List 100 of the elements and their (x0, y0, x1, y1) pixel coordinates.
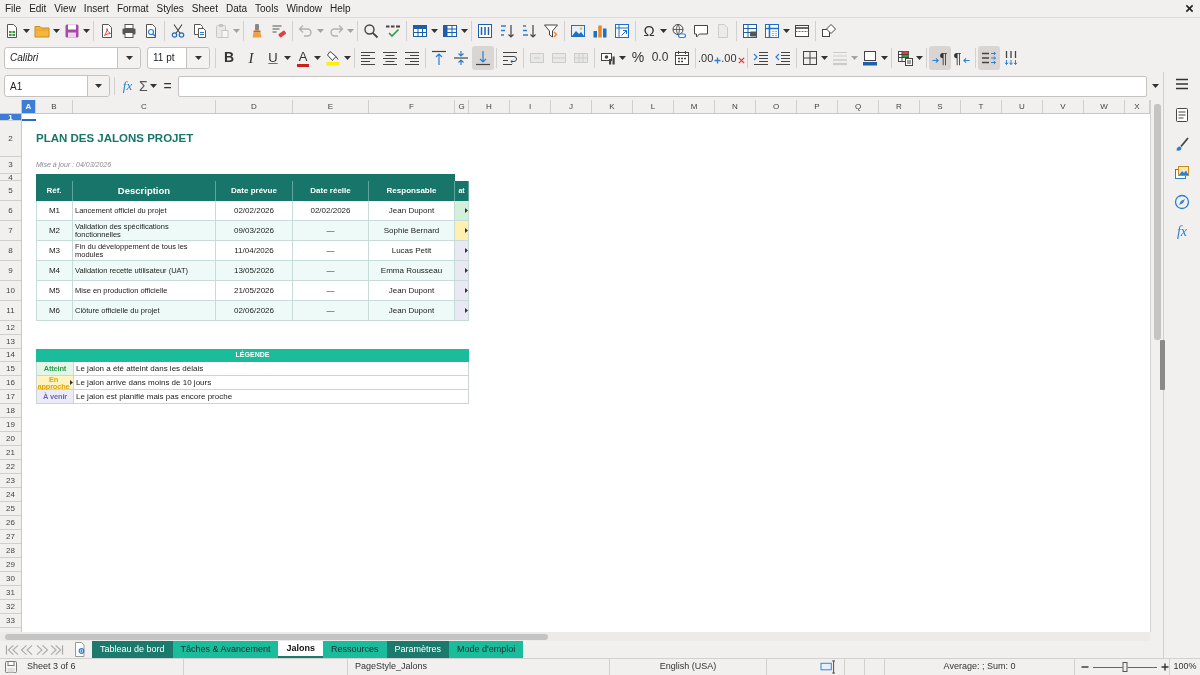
column-header[interactable]: R (879, 100, 920, 113)
row-header[interactable]: 9 (0, 261, 21, 281)
column-header[interactable]: G (455, 100, 469, 113)
menu-item[interactable]: Help (326, 0, 355, 17)
sheet-tab[interactable]: Paramètres (386, 641, 450, 658)
row-header[interactable]: 5 (0, 181, 21, 201)
name-box[interactable]: A1 (4, 75, 110, 97)
column-header[interactable]: L (633, 100, 674, 113)
row-header[interactable]: 27 (0, 530, 21, 544)
row-header[interactable]: 16 (0, 376, 21, 390)
dropdown-button[interactable] (186, 47, 209, 68)
row-header[interactable]: 28 (0, 544, 21, 558)
column-header[interactable]: N (715, 100, 756, 113)
sheet-tab[interactable]: Tableau de bord (92, 641, 173, 658)
menu-item[interactable]: Insert (79, 0, 113, 17)
zoom-out-icon[interactable] (1081, 663, 1089, 671)
special-character-button[interactable]: Ω (638, 18, 668, 43)
column-header[interactable]: D (216, 100, 293, 113)
menu-item[interactable]: Tools (251, 0, 283, 17)
font-size-field[interactable]: 11 pt (147, 46, 210, 69)
row-header[interactable]: 21 (0, 446, 21, 460)
dropdown-button[interactable] (117, 47, 140, 68)
row-header[interactable]: 29 (0, 558, 21, 572)
menu-item[interactable]: View (50, 0, 80, 17)
sidebar-handle[interactable] (1160, 340, 1165, 390)
align-bottom-button[interactable] (472, 45, 494, 70)
row-header[interactable]: 2 (0, 121, 21, 157)
formula-button[interactable]: = (159, 75, 176, 97)
right-to-left-button[interactable]: ¶ (950, 45, 973, 70)
row-header[interactable]: 3 (0, 157, 21, 174)
menu-item[interactable]: Data (221, 0, 252, 17)
row-header[interactable]: 25 (0, 502, 21, 516)
row-header[interactable]: 23 (0, 474, 21, 488)
column-header[interactable]: V (1043, 100, 1084, 113)
row-header[interactable]: 24 (0, 488, 21, 502)
zoom-slider-thumb[interactable] (1122, 662, 1128, 672)
text-left-to-right-button[interactable] (977, 45, 1000, 70)
close-icon[interactable] (1185, 4, 1194, 13)
row-header[interactable]: 8 (0, 241, 21, 261)
row-header[interactable]: 18 (0, 404, 21, 418)
row-header[interactable]: 17 (0, 390, 21, 404)
column-header[interactable]: S (920, 100, 961, 113)
row-header[interactable]: 7 (0, 221, 21, 241)
row-header[interactable]: 31 (0, 586, 21, 600)
row-header[interactable]: 13 (0, 335, 21, 349)
column-header[interactable]: K (592, 100, 633, 113)
column-header[interactable]: W (1084, 100, 1125, 113)
function-wizard-button[interactable]: fx (119, 75, 136, 97)
column-header[interactable]: H (469, 100, 510, 113)
row-header[interactable]: 15 (0, 362, 21, 376)
row-header[interactable]: 30 (0, 572, 21, 586)
add-decimal-button[interactable]: .00 (698, 45, 722, 70)
column-header[interactable]: J (551, 100, 592, 113)
row-header[interactable]: 33 (0, 614, 21, 628)
font-color-button[interactable]: A (292, 45, 322, 70)
dropdown-button[interactable] (87, 76, 109, 96)
row-header[interactable]: 26 (0, 516, 21, 530)
row-header[interactable]: 22 (0, 460, 21, 474)
left-to-right-button[interactable]: ¶ (928, 45, 951, 70)
column-header[interactable]: Q (838, 100, 879, 113)
underline-button[interactable]: U (262, 45, 292, 70)
font-name-field[interactable]: Calibri (4, 46, 141, 69)
row-header[interactable]: 19 (0, 418, 21, 432)
column-header[interactable]: O (756, 100, 797, 113)
row-header[interactable]: 6 (0, 201, 21, 221)
sheet-tab[interactable]: Tâches & Avancement (172, 641, 279, 658)
column-header[interactable]: U (1002, 100, 1043, 113)
italic-button[interactable]: I (240, 45, 262, 70)
column-header[interactable]: B (36, 100, 73, 113)
column-header[interactable]: E (293, 100, 369, 113)
scrollbar-thumb[interactable] (1153, 104, 1161, 340)
menu-item[interactable]: Edit (25, 0, 51, 17)
row-header[interactable]: 1 (0, 114, 21, 121)
zoom-percent-label[interactable]: 100% (1173, 660, 1197, 674)
functions-button[interactable]: fx (1170, 219, 1194, 243)
zoom-slider[interactable] (1093, 662, 1157, 672)
percent-button[interactable]: % (627, 45, 649, 70)
row-header[interactable]: 14 (0, 349, 21, 362)
row-header[interactable]: 11 (0, 301, 21, 321)
selection-mode-icon[interactable] (820, 660, 836, 674)
menu-item[interactable]: Styles (152, 0, 188, 17)
column-header[interactable]: T (961, 100, 1002, 113)
column-header[interactable]: P (797, 100, 838, 113)
column-header[interactable]: A (22, 100, 36, 113)
menu-item[interactable]: File (1, 0, 26, 17)
column-header[interactable]: M (674, 100, 715, 113)
row-header[interactable]: 10 (0, 281, 21, 301)
row-header[interactable]: 12 (0, 321, 21, 335)
add-sheet-icon[interactable] (74, 642, 85, 657)
scrollbar-thumb[interactable] (5, 633, 548, 640)
sheet-tab[interactable]: Jalons (278, 641, 323, 658)
delete-decimal-button[interactable]: .00 (721, 45, 745, 70)
menu-item[interactable]: Window (282, 0, 326, 17)
row-header[interactable]: 32 (0, 600, 21, 614)
sheet-tab[interactable]: Ressources (322, 641, 387, 658)
number-format-button[interactable]: 0.0 (649, 45, 671, 70)
zoom-in-icon[interactable] (1161, 663, 1169, 671)
bold-button[interactable]: B (218, 45, 240, 70)
column-header[interactable]: I (510, 100, 551, 113)
row-header[interactable]: 20 (0, 432, 21, 446)
